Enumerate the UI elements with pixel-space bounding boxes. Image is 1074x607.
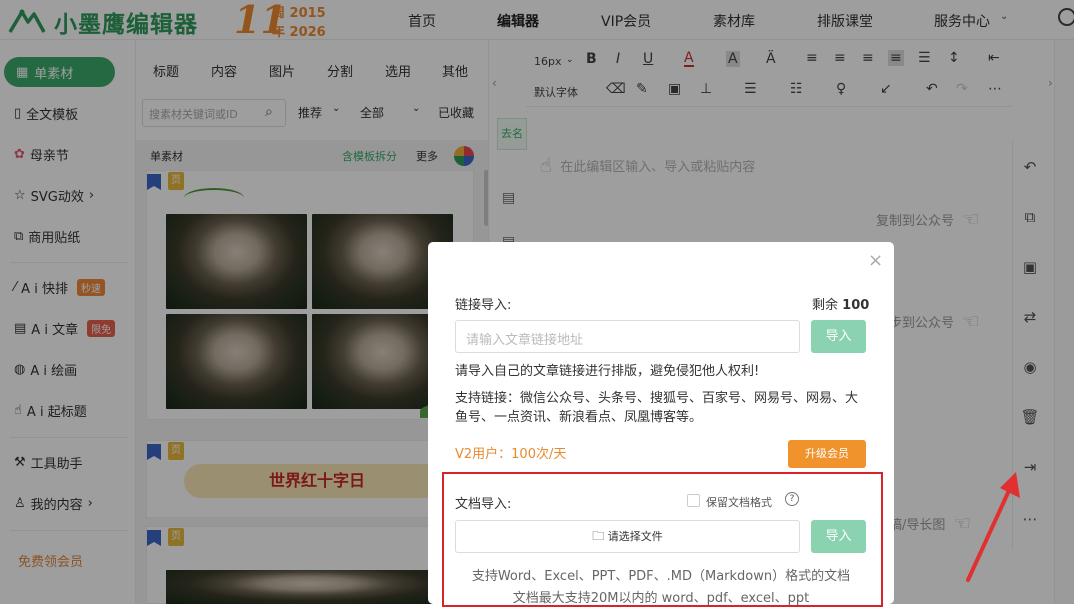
remaining-value: 100 [842, 298, 870, 313]
remaining-count: 剩余 100 [812, 294, 869, 313]
choose-file-button[interactable]: 🗀 请选择文件 [455, 520, 800, 553]
folder-icon: 🗀 [592, 529, 605, 543]
import-dialog: × 链接导入: 剩余 100 请输入文章链接地址 导入 请导入自己的文章链接进行… [428, 242, 894, 607]
doc-size-hint: 文档最大支持20M以内的 word、pdf、excel、ppt [512, 591, 810, 606]
supported-links: 支持链接：微信公众号、头条号、搜狐号、百家号、网易号、网易、大鱼号、一点资讯、新… [455, 391, 859, 425]
doc-import-button[interactable]: 导入 [811, 520, 866, 553]
help-icon[interactable]: ? [785, 492, 799, 506]
doc-import-label: 文档导入: [455, 497, 512, 512]
link-url-input[interactable]: 请输入文章链接地址 [455, 320, 800, 353]
choose-file-label: 请选择文件 [607, 530, 663, 543]
doc-format-hint: 支持Word、Excel、PPT、PDF、.MD（Markdown）格式的文档 [471, 569, 851, 584]
copyright-warning: 请导入自己的文章链接进行排版，避免侵犯他人权利! [455, 364, 760, 379]
keep-format-label: 保留文档格式 [706, 496, 772, 509]
link-import-button[interactable]: 导入 [811, 320, 866, 353]
close-icon[interactable]: × [868, 250, 883, 271]
remaining-label: 剩余 [812, 298, 839, 313]
keep-format-checkbox[interactable] [687, 494, 700, 507]
red-arrow-annotation [966, 472, 1020, 582]
upgrade-vip-button[interactable]: 升级会员 [788, 440, 866, 468]
link-import-label: 链接导入: [455, 298, 512, 313]
